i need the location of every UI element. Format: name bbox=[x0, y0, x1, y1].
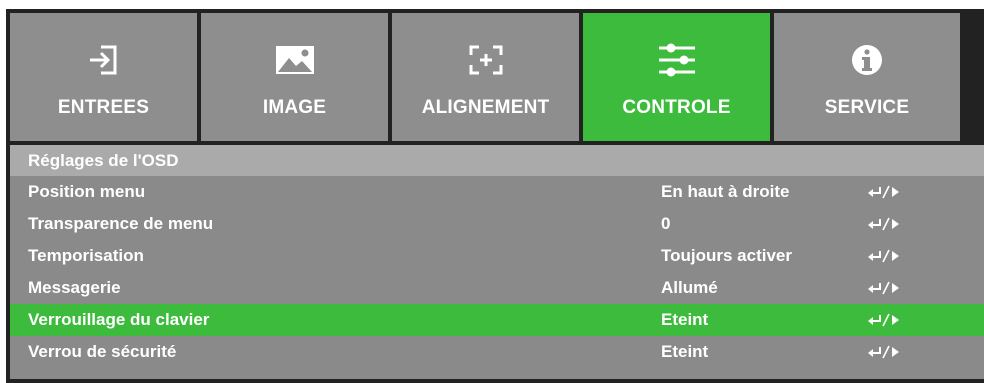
osd-menu: ENTREES IMAGE ALIGNEMENT CONTROLE SERVIC… bbox=[6, 9, 984, 383]
menu-row-messagerie[interactable]: Messagerie Allumé bbox=[10, 272, 984, 304]
row-label: Verrou de sécurité bbox=[28, 342, 177, 361]
tab-controle[interactable]: CONTROLE bbox=[583, 13, 770, 141]
row-label: Temporisation bbox=[28, 246, 144, 265]
menu-row-verrouillage-clavier[interactable]: Verrouillage du clavier Eteint bbox=[10, 304, 984, 336]
input-icon bbox=[10, 43, 197, 77]
alignment-icon bbox=[392, 43, 579, 77]
enter-or-right-arrow-icon[interactable] bbox=[866, 185, 906, 199]
row-label: Messagerie bbox=[28, 278, 121, 297]
image-icon bbox=[201, 43, 388, 77]
row-value: En haut à droite bbox=[661, 182, 790, 201]
tab-label: CONTROLE bbox=[622, 97, 731, 118]
tab-alignement[interactable]: ALIGNEMENT bbox=[392, 13, 579, 141]
row-value: Eteint bbox=[661, 342, 709, 361]
enter-or-right-arrow-icon[interactable] bbox=[866, 313, 906, 327]
sliders-icon bbox=[583, 43, 770, 77]
tab-bar: ENTREES IMAGE ALIGNEMENT CONTROLE SERVIC… bbox=[10, 13, 984, 141]
menu-row-transparence[interactable]: Transparence de menu 0 bbox=[10, 208, 984, 240]
enter-or-right-arrow-icon[interactable] bbox=[866, 249, 906, 263]
menu-row-temporisation[interactable]: Temporisation Toujours activer bbox=[10, 240, 984, 272]
enter-or-right-arrow-icon[interactable] bbox=[866, 345, 906, 359]
menu-row-verrou-securite[interactable]: Verrou de sécurité Eteint bbox=[10, 336, 984, 368]
row-label: Verrouillage du clavier bbox=[28, 310, 210, 329]
enter-or-right-arrow-icon[interactable] bbox=[866, 281, 906, 295]
row-value: 0 bbox=[661, 214, 671, 233]
tab-label: ENTREES bbox=[57, 97, 150, 118]
settings-menu: Réglages de l'OSD Position menu En haut … bbox=[10, 145, 984, 379]
tab-service[interactable]: SERVICE bbox=[774, 13, 960, 141]
enter-or-right-arrow-icon[interactable] bbox=[866, 217, 906, 231]
row-value: Toujours activer bbox=[661, 246, 792, 265]
row-label: Transparence de menu bbox=[28, 214, 214, 233]
row-value: Eteint bbox=[661, 310, 709, 329]
menu-row-position-menu[interactable]: Position menu En haut à droite bbox=[10, 176, 984, 208]
tab-image[interactable]: IMAGE bbox=[201, 13, 388, 141]
tab-entrees[interactable]: ENTREES bbox=[10, 13, 197, 141]
section-header: Réglages de l'OSD bbox=[10, 145, 984, 176]
row-value: Allumé bbox=[661, 278, 718, 297]
tab-label: SERVICE bbox=[824, 97, 910, 118]
tab-label: IMAGE bbox=[262, 97, 327, 118]
tab-label: ALIGNEMENT bbox=[421, 97, 550, 118]
row-label: Position menu bbox=[28, 182, 146, 201]
info-icon bbox=[774, 43, 960, 77]
